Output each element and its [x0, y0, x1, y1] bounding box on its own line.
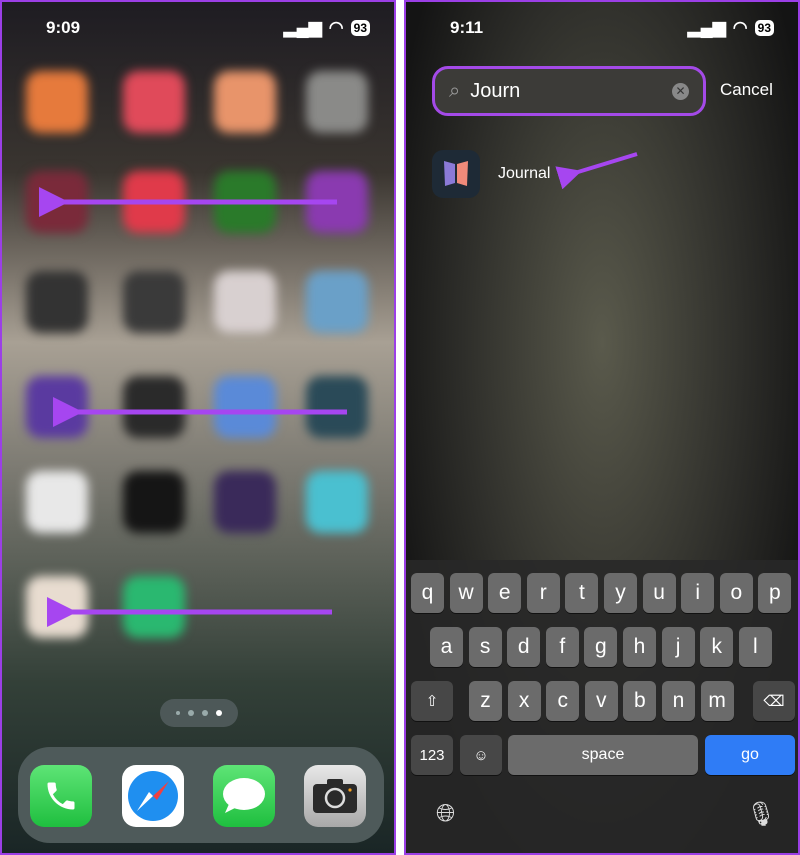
- key-n[interactable]: n: [662, 681, 695, 721]
- key-g[interactable]: g: [584, 627, 618, 667]
- key-u[interactable]: u: [642, 573, 676, 613]
- keyboard: q w e r t y u i o p a s d f g h j k l z x c v b n m ⇧ ⌫ 123 ☺ space go 🌐…: [406, 560, 798, 853]
- key-r[interactable]: r: [526, 573, 560, 613]
- key-k[interactable]: k: [700, 627, 734, 667]
- key-c[interactable]: c: [546, 681, 580, 721]
- key-w[interactable]: w: [449, 573, 483, 613]
- messages-app-icon[interactable]: [213, 765, 275, 827]
- globe-icon[interactable]: 🌐︎: [436, 800, 455, 828]
- key-z[interactable]: z: [469, 681, 502, 721]
- microphone-icon[interactable]: 🎙︎: [746, 800, 776, 829]
- search-panel: 9:11 ▂▄▆ ◠ 93 ⌕ Journ ✕ Cancel Journal qwe…: [404, 0, 800, 855]
- key-o[interactable]: o: [719, 573, 753, 613]
- key-h[interactable]: h: [623, 627, 656, 667]
- space-key[interactable]: space: [508, 735, 698, 775]
- key-y[interactable]: y: [604, 573, 637, 613]
- key-d[interactable]: d: [507, 627, 541, 667]
- annotation-arrow: [555, 152, 638, 190]
- key-f[interactable]: f: [545, 627, 579, 667]
- delete-key-icon[interactable]: ⌫: [753, 681, 795, 721]
- key-m[interactable]: m: [700, 681, 734, 721]
- key-p[interactable]: p: [758, 573, 792, 613]
- key-v[interactable]: v: [584, 681, 618, 721]
- phone-app-icon[interactable]: [30, 765, 92, 827]
- emoji-key-icon[interactable]: ☺: [460, 735, 502, 775]
- annotation-arrows: [39, 187, 347, 627]
- arrow-icon: [555, 152, 638, 190]
- go-key[interactable]: go: [705, 735, 795, 775]
- dock: [18, 747, 384, 843]
- numbers-key[interactable]: 123: [411, 735, 453, 775]
- camera-app-icon[interactable]: [304, 765, 366, 827]
- home-screen-panel: 9:09 ▂▄▆ ◠ 93: [0, 0, 396, 855]
- key-i[interactable]: i: [681, 573, 715, 613]
- safari-app-icon[interactable]: [122, 765, 184, 827]
- key-x[interactable]: x: [507, 681, 541, 721]
- page-indicator[interactable]: [160, 699, 238, 727]
- key-j[interactable]: j: [661, 627, 695, 667]
- key-t[interactable]: t: [565, 573, 599, 613]
- key-a[interactable]: a: [430, 627, 463, 667]
- key-q[interactable]: q: [411, 573, 444, 613]
- key-s[interactable]: s: [468, 627, 502, 667]
- key-e[interactable]: e: [488, 573, 522, 613]
- shift-key-icon[interactable]: ⇧: [411, 681, 453, 721]
- key-b[interactable]: b: [623, 681, 657, 721]
- key-l[interactable]: l: [738, 627, 772, 667]
